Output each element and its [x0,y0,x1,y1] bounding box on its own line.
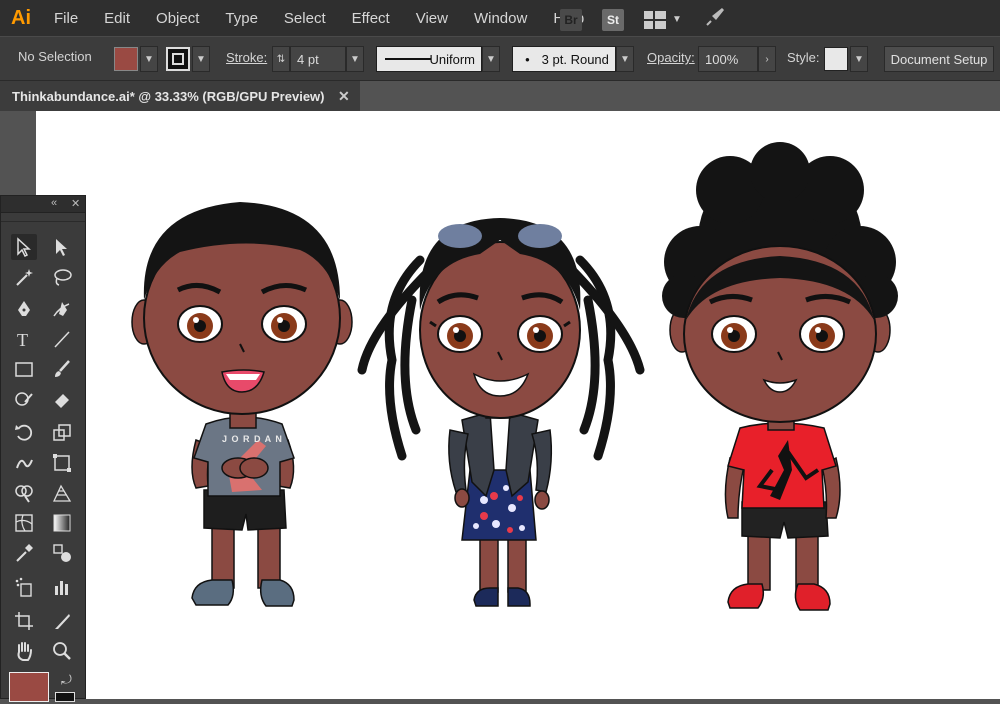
pen-tool-icon[interactable] [11,296,37,322]
shape-builder-tool-icon[interactable] [11,480,37,506]
blend-tool-icon[interactable] [49,540,75,566]
brush-select[interactable]: • 3 pt. Round [512,46,616,72]
document-tab-bar: Thinkabundance.ai* @ 33.33% (RGB/GPU Pre… [0,80,1000,112]
document-setup-group: Document Setup [884,46,994,72]
document-tab[interactable]: Thinkabundance.ai* @ 33.33% (RGB/GPU Pre… [0,81,360,112]
style-label: Style: [787,50,820,65]
symbol-sprayer-tool-icon[interactable] [11,574,37,600]
stroke-stepper-icon[interactable]: ⇅ [272,46,290,72]
workspace-layout-icon[interactable]: ▼ [644,10,682,29]
tools-panel: « ✕ T ⤾ [0,195,86,702]
shaper-tool-icon[interactable] [11,386,37,412]
control-bar: No Selection ▼ ▼ Stroke: ⇅ 4 pt ▼ Unifor… [0,36,1000,81]
style-swatch[interactable] [824,47,848,71]
eraser-tool-icon[interactable] [49,386,75,412]
free-transform-tool-icon[interactable] [49,450,75,476]
menu-effect[interactable]: Effect [352,10,390,27]
opacity-arrow-icon[interactable]: › [758,46,776,72]
style-group[interactable]: ▼ [824,46,868,72]
stroke-profile-select[interactable]: Uniform [376,46,482,72]
direct-selection-tool-icon[interactable] [49,234,75,260]
warp-tool-icon[interactable] [11,450,37,476]
stroke-profile-label: Uniform [429,51,475,67]
close-tab-icon[interactable]: ✕ [338,88,350,105]
document-tab-title: Thinkabundance.ai* @ 33.33% (RGB/GPU Pre… [12,89,325,104]
selection-tool-icon[interactable] [11,234,37,260]
bridge-icon[interactable]: Br [560,8,582,31]
lasso-tool-icon[interactable] [49,264,75,290]
stroke-dropdown-icon[interactable]: ▼ [192,46,210,72]
fill-color-box[interactable] [9,672,49,702]
menu-view[interactable]: View [416,10,448,27]
stroke-weight-input[interactable]: 4 pt [290,46,346,72]
artboard-tool-icon[interactable] [11,608,37,634]
zoom-tool-icon[interactable] [49,638,75,664]
rocket-icon[interactable] [704,6,726,33]
scale-tool-icon[interactable] [49,420,75,446]
style-dropdown-icon[interactable]: ▼ [850,46,868,72]
girl-middle-figure [357,218,645,607]
fill-dropdown-icon[interactable]: ▼ [140,46,158,72]
perspective-grid-tool-icon[interactable] [49,480,75,506]
hand-tool-icon[interactable] [11,638,37,664]
stroke-profile-group[interactable]: Uniform ▼ [376,46,500,72]
menu-bar: Ai File Edit Object Type Select Effect V… [0,0,1000,36]
menu-object[interactable]: Object [156,10,199,27]
menu-right-icons: Br St ▼ [560,6,726,33]
selection-status: No Selection [18,49,92,64]
document-setup-button[interactable]: Document Setup [884,46,994,72]
stroke-weight-dropdown-icon[interactable]: ▼ [346,46,364,72]
profile-line-preview [385,58,431,60]
close-panel-icon[interactable]: ✕ [71,197,80,210]
artboard-canvas[interactable]: J O R D A N [36,111,1000,699]
slice-tool-icon[interactable] [49,608,75,634]
illustrator-logo: Ai [11,6,31,29]
fill-swatch[interactable] [114,47,138,71]
menu-select[interactable]: Select [284,10,326,27]
stroke-weight-group[interactable]: ⇅ 4 pt ▼ [272,46,364,72]
rectangle-tool-icon[interactable] [11,356,37,382]
swap-colors-icon[interactable]: ⤾ [61,672,72,688]
menu-edit[interactable]: Edit [104,10,130,27]
stroke-label[interactable]: Stroke: [226,50,267,65]
stock-icon[interactable]: St [602,8,624,31]
opacity-input[interactable]: 100% [698,46,758,72]
brush-group[interactable]: • 3 pt. Round ▼ [512,46,634,72]
fill-swatch-group[interactable]: ▼ [114,46,158,72]
brush-dropdown-icon[interactable]: ▼ [616,46,634,72]
collapse-panel-icon[interactable]: « [51,197,57,209]
brush-dot-icon: • [525,51,530,67]
eyedropper-tool-icon[interactable] [11,540,37,566]
mesh-tool-icon[interactable] [11,510,37,536]
magic-wand-tool-icon[interactable] [11,264,37,290]
curvature-tool-icon[interactable] [49,296,75,322]
paintbrush-tool-icon[interactable] [49,356,75,382]
tools-grip[interactable] [1,213,85,222]
stroke-color-box[interactable] [55,692,75,702]
artwork: J O R D A N [131,142,898,611]
gradient-tool-icon[interactable] [49,510,75,536]
column-graph-tool-icon[interactable] [49,574,75,600]
boy-left-figure: J O R D A N [131,202,353,607]
type-tool-icon[interactable]: T [11,326,37,352]
stroke-profile-dropdown-icon[interactable]: ▼ [482,46,500,72]
brush-label: 3 pt. Round [541,51,609,67]
tools-panel-header[interactable]: « ✕ [1,196,85,213]
menu-type[interactable]: Type [225,10,258,27]
menu-window[interactable]: Window [474,10,527,27]
menu-file[interactable]: File [54,10,78,27]
stroke-swatch[interactable] [166,47,190,71]
boy-right-figure [662,142,898,611]
menu-items: File Edit Object Type Select Effect View… [54,10,610,27]
svg-text:T: T [17,330,28,350]
opacity-label[interactable]: Opacity: [647,50,695,65]
rotate-tool-icon[interactable] [11,420,37,446]
line-tool-icon[interactable] [49,326,75,352]
svg-text:J O R D A N: J O R D A N [222,434,283,444]
opacity-group[interactable]: 100% › [698,46,776,72]
stroke-swatch-group[interactable]: ▼ [166,46,210,72]
